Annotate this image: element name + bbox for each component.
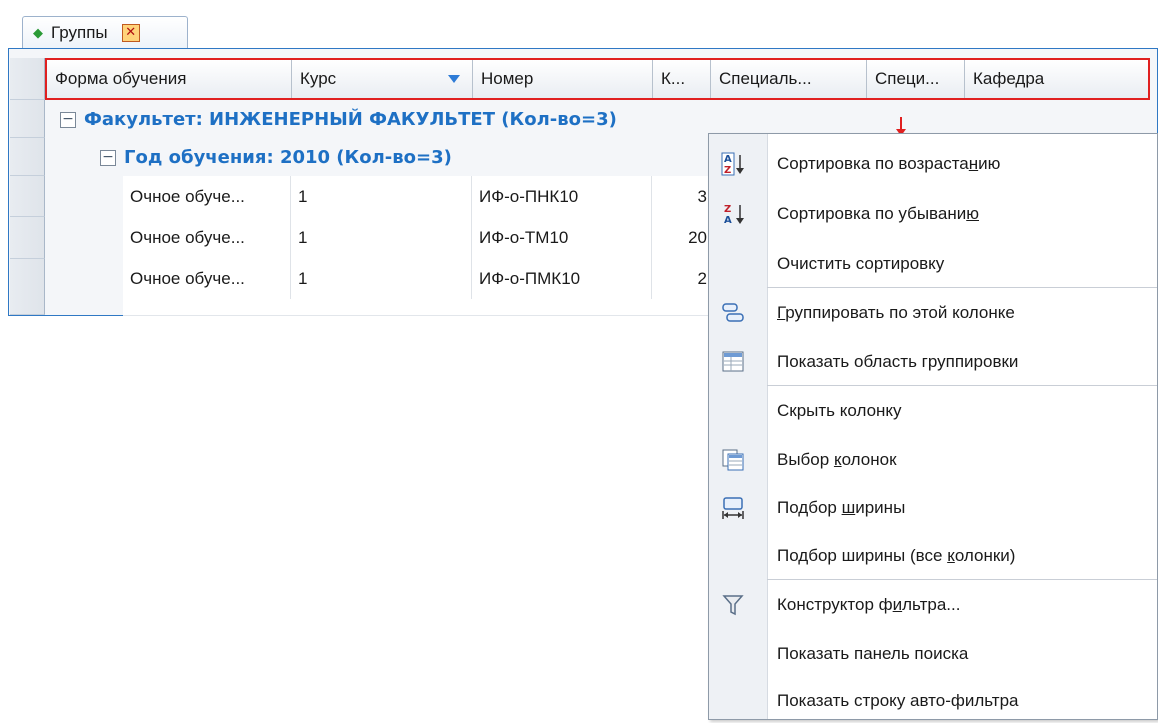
menu-item-show-auto-filter-row[interactable]: Показать строку авто-фильтра xyxy=(709,679,1157,723)
tab-groups[interactable]: ◆ Группы ✕ xyxy=(22,16,188,48)
column-chooser-icon xyxy=(722,449,744,471)
column-context-menu: A Z Сортировка по возрастанию Z A Сортир… xyxy=(708,133,1158,720)
table-row[interactable]: Очное обуче... 1 ИФ-о-ПНК10 3 xyxy=(123,176,711,218)
collapse-icon[interactable]: − xyxy=(100,150,116,166)
menu-item-best-fit-all[interactable]: Подбор ширины (все колонки) xyxy=(709,534,1157,578)
group-row-year[interactable]: − Год обучения: 2010 (Кол-во=3) xyxy=(100,139,452,177)
table-row[interactable]: Очное обуче... 1 ИФ-о-ТМ10 20 xyxy=(123,217,711,259)
column-header-form[interactable]: Форма обучения xyxy=(47,60,292,98)
menu-item-hide-column[interactable]: Скрыть колонку xyxy=(709,389,1157,433)
row-indicator-header[interactable] xyxy=(10,58,45,100)
row-indicator[interactable] xyxy=(10,100,45,138)
sort-descending-icon: Z A xyxy=(724,204,744,226)
menu-separator xyxy=(767,385,1157,386)
row-indicator[interactable] xyxy=(10,217,45,259)
menu-item-column-chooser[interactable]: Выбор колонок xyxy=(709,438,1157,482)
svg-text:Z: Z xyxy=(724,204,731,215)
cell-number: ИФ-о-ПМК10 xyxy=(472,258,652,299)
cell-course: 1 xyxy=(291,176,472,217)
group-panel-icon xyxy=(722,351,744,372)
svg-text:A: A xyxy=(724,215,732,226)
cell-form: Очное обуче... xyxy=(123,258,291,299)
table-row[interactable]: Очное обуче... 1 ИФ-о-ПМК10 2 xyxy=(123,258,711,316)
column-header-course[interactable]: Курс xyxy=(292,60,473,98)
cell-form: Очное обуче... xyxy=(123,217,291,258)
menu-item-clear-sorting[interactable]: Очистить сортировку xyxy=(709,242,1157,286)
menu-item-show-group-panel[interactable]: Показать область группировки xyxy=(709,340,1157,384)
best-fit-icon xyxy=(722,497,744,519)
cell-k: 2 xyxy=(697,269,707,288)
cell-k: 20 xyxy=(688,228,707,247)
column-header-k[interactable]: К... xyxy=(653,60,711,98)
row-indicator[interactable] xyxy=(10,259,45,315)
column-header-specialty[interactable]: Специаль... xyxy=(711,60,867,98)
cell-form: Очное обуче... xyxy=(123,176,291,217)
cell-number: ИФ-о-ТМ10 xyxy=(472,217,652,258)
menu-separator xyxy=(767,287,1157,288)
sort-ascending-icon: A Z xyxy=(721,152,744,176)
cell-number: ИФ-о-ПНК10 xyxy=(472,176,652,217)
menu-item-sort-descending[interactable]: Z A Сортировка по убыванию xyxy=(709,192,1157,236)
column-header-number[interactable]: Номер xyxy=(473,60,653,98)
close-icon[interactable]: ✕ xyxy=(121,23,140,42)
column-header-department[interactable]: Кафедра xyxy=(965,60,1148,98)
menu-item-group-by-column[interactable]: Группировать по этой колонке xyxy=(709,291,1157,335)
column-header-row: Форма обучения Курс Номер К... Специаль.… xyxy=(45,58,1150,100)
menu-separator xyxy=(767,579,1157,580)
menu-item-filter-editor[interactable]: Конструктор фильтра... xyxy=(709,583,1157,627)
menu-item-show-search-panel[interactable]: Показать панель поиска xyxy=(709,632,1157,676)
tab-title: Группы xyxy=(51,22,108,42)
collapse-icon[interactable]: − xyxy=(60,112,76,128)
group-by-column-icon xyxy=(722,303,744,322)
row-indicator[interactable] xyxy=(10,176,45,217)
menu-item-best-fit[interactable]: Подбор ширины xyxy=(709,486,1157,530)
svg-text:A: A xyxy=(724,154,732,165)
cell-k: 3 xyxy=(697,187,707,206)
group-row-faculty[interactable]: − Факультет: ИНЖЕНЕРНЫЙ ФАКУЛЬТЕТ (Кол-во… xyxy=(60,101,617,139)
row-indicator[interactable] xyxy=(10,138,45,176)
diamond-icon: ◆ xyxy=(33,24,43,40)
menu-item-sort-ascending[interactable]: A Z Сортировка по возрастанию xyxy=(709,142,1157,186)
cell-course: 1 xyxy=(291,258,472,299)
svg-text:Z: Z xyxy=(724,165,731,176)
dropdown-arrow-icon[interactable] xyxy=(448,75,460,83)
column-header-specialization[interactable]: Специ... xyxy=(867,60,965,98)
filter-icon xyxy=(722,595,744,616)
cell-course: 1 xyxy=(291,217,472,258)
